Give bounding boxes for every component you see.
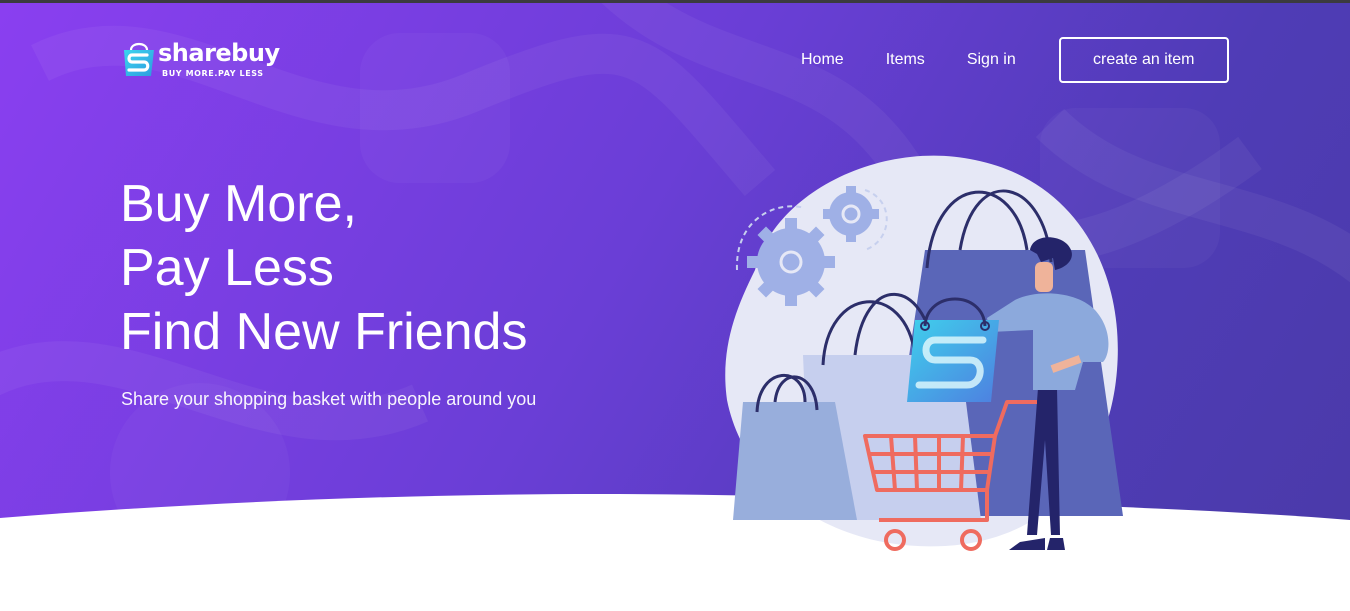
- landing-page: sharebuy BUY MORE.PAY LESS Home Items Si…: [0, 0, 1350, 611]
- brand-name: sharebuy: [158, 39, 280, 67]
- window-top-border: [0, 0, 1350, 3]
- brand-tagline: BUY MORE.PAY LESS: [162, 69, 264, 78]
- shopping-bag-logo-icon: [124, 42, 154, 76]
- headline-line-1: Buy More,: [120, 175, 357, 233]
- nav-home-link[interactable]: Home: [801, 37, 844, 83]
- nav-items-link[interactable]: Items: [886, 37, 925, 83]
- hero-subtext: Share your shopping basket with people a…: [121, 389, 537, 409]
- nav-sign-in-link[interactable]: Sign in: [967, 37, 1016, 83]
- headline-line-3: Find New Friends: [120, 303, 528, 361]
- shopping-illustration: [725, 155, 1123, 551]
- hero-headline: Buy More, Pay Less Find New Friends: [120, 172, 527, 364]
- create-item-button[interactable]: create an item: [1058, 37, 1229, 83]
- headline-line-2: Pay Less: [120, 239, 334, 297]
- main-nav: Home Items Sign in create an item: [780, 37, 1229, 83]
- brand-logo[interactable]: sharebuy BUY MORE.PAY LESS: [120, 38, 290, 82]
